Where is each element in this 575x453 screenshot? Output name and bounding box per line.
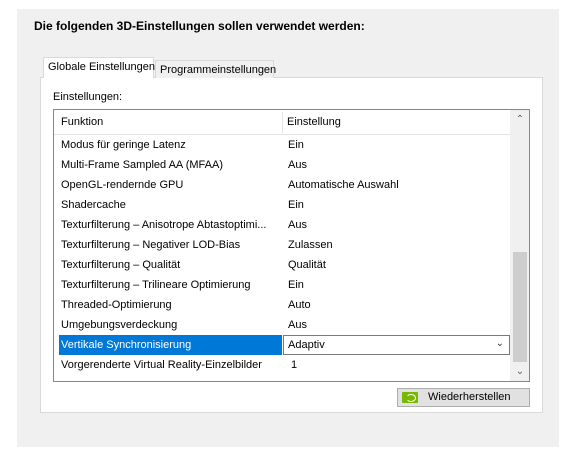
table-row[interactable]: Shadercache Ein	[54, 195, 510, 215]
tab-program-settings[interactable]: Programmeinstellungen	[155, 60, 276, 78]
table-row[interactable]: Threaded-Optimierung Auto	[54, 295, 510, 315]
table-row[interactable]: Multi-Frame Sampled AA (MFAA) Aus	[54, 155, 510, 175]
nvidia-restore-icon	[402, 392, 418, 403]
scroll-up-arrow-icon[interactable]: ⌃	[511, 111, 529, 128]
table-row[interactable]: Texturfilterung – Qualität Qualität	[54, 255, 510, 275]
restore-button[interactable]: Wiederherstellen	[397, 388, 530, 407]
row-setting: Aus	[288, 319, 307, 331]
page-heading: Die folgenden 3D-Einstellungen sollen ve…	[34, 19, 365, 33]
column-header-function[interactable]: Funktion	[61, 116, 103, 128]
row-function: Shadercache	[61, 199, 126, 211]
scroll-thumb[interactable]	[513, 252, 527, 362]
settings-list[interactable]: Funktion Einstellung Modus für geringe L…	[53, 109, 530, 382]
scroll-down-arrow-icon[interactable]: ⌄	[511, 363, 529, 380]
settings-label: Einstellungen:	[53, 91, 123, 103]
table-row[interactable]: OpenGL-rendernde GPU Automatische Auswah…	[54, 175, 510, 195]
column-divider[interactable]	[282, 112, 283, 133]
list-header: Funktion Einstellung	[54, 110, 510, 135]
table-row[interactable]: Texturfilterung – Trilineare Optimierung…	[54, 275, 510, 295]
settings-rows: Modus für geringe Latenz Ein Multi-Frame…	[54, 135, 510, 375]
row-setting: Qualität	[288, 259, 326, 271]
row-function: Texturfilterung – Negativer LOD-Bias	[61, 239, 241, 251]
table-row[interactable]: Texturfilterung – Negativer LOD-Bias Zul…	[54, 235, 510, 255]
vertical-scrollbar[interactable]: ⌃ ⌄	[510, 110, 529, 381]
chevron-down-icon[interactable]: ⌄	[496, 338, 504, 349]
table-row-selected[interactable]: Vertikale Synchronisierung Adaptiv ⌄	[54, 335, 510, 355]
tab-global-settings[interactable]: Globale Einstellungen	[43, 57, 155, 78]
row-setting: Zulassen	[288, 239, 333, 251]
setting-dropdown[interactable]: Adaptiv ⌄	[283, 335, 510, 355]
row-function: Vertikale Synchronisierung	[61, 339, 192, 351]
row-function: Vorgerenderte Virtual Reality-Einzelbild…	[61, 359, 262, 371]
row-function: Texturfilterung – Trilineare Optimierung	[61, 279, 251, 291]
row-function: Threaded-Optimierung	[61, 299, 172, 311]
row-function: Texturfilterung – Anisotrope Abtastoptim…	[61, 219, 267, 231]
table-row[interactable]: Texturfilterung – Anisotrope Abtastoptim…	[54, 215, 510, 235]
column-header-setting[interactable]: Einstellung	[287, 116, 341, 128]
row-setting: Ein	[288, 279, 304, 291]
row-function: Multi-Frame Sampled AA (MFAA)	[61, 159, 223, 171]
table-row[interactable]: Vorgerenderte Virtual Reality-Einzelbild…	[54, 355, 510, 375]
row-setting: 1	[291, 359, 298, 371]
row-setting: Ein	[288, 139, 304, 151]
row-setting: Auto	[288, 299, 311, 311]
row-setting: Automatische Auswahl	[288, 179, 399, 191]
row-function: Umgebungsverdeckung	[61, 319, 178, 331]
table-row[interactable]: Umgebungsverdeckung Aus	[54, 315, 510, 335]
restore-button-label: Wiederherstellen	[428, 391, 511, 403]
table-row[interactable]: Modus für geringe Latenz Ein	[54, 135, 510, 155]
row-setting: Aus	[288, 159, 307, 171]
row-setting: Ein	[288, 199, 304, 211]
row-function: OpenGL-rendernde GPU	[61, 179, 184, 191]
row-function: Texturfilterung – Qualität	[61, 259, 181, 271]
dropdown-value: Adaptiv	[288, 339, 325, 351]
row-setting: Aus	[288, 219, 307, 231]
row-function: Modus für geringe Latenz	[61, 139, 186, 151]
